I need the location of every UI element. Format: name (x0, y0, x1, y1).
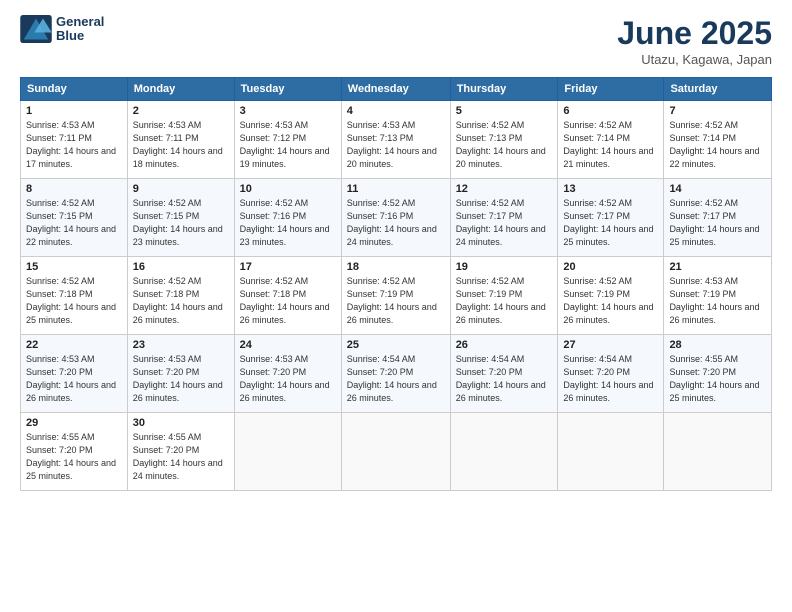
col-thursday: Thursday (450, 78, 558, 101)
table-row: 24Sunrise: 4:53 AMSunset: 7:20 PMDayligh… (234, 335, 341, 413)
table-row: 26Sunrise: 4:54 AMSunset: 7:20 PMDayligh… (450, 335, 558, 413)
table-row (341, 413, 450, 491)
table-row: 23Sunrise: 4:53 AMSunset: 7:20 PMDayligh… (127, 335, 234, 413)
table-row: 25Sunrise: 4:54 AMSunset: 7:20 PMDayligh… (341, 335, 450, 413)
table-row: 19Sunrise: 4:52 AMSunset: 7:19 PMDayligh… (450, 257, 558, 335)
table-row: 15Sunrise: 4:52 AMSunset: 7:18 PMDayligh… (21, 257, 128, 335)
table-row: 4Sunrise: 4:53 AMSunset: 7:13 PMDaylight… (341, 101, 450, 179)
col-sunday: Sunday (21, 78, 128, 101)
logo: General Blue (20, 15, 104, 44)
logo-text: General Blue (56, 15, 104, 44)
table-row: 6Sunrise: 4:52 AMSunset: 7:14 PMDaylight… (558, 101, 664, 179)
logo-line1: General (56, 15, 104, 29)
table-row: 30Sunrise: 4:55 AMSunset: 7:20 PMDayligh… (127, 413, 234, 491)
header: General Blue June 2025 Utazu, Kagawa, Ja… (20, 15, 772, 67)
table-row: 3Sunrise: 4:53 AMSunset: 7:12 PMDaylight… (234, 101, 341, 179)
subtitle: Utazu, Kagawa, Japan (617, 52, 772, 67)
table-row: 17Sunrise: 4:52 AMSunset: 7:18 PMDayligh… (234, 257, 341, 335)
title-block: June 2025 Utazu, Kagawa, Japan (617, 15, 772, 67)
col-wednesday: Wednesday (341, 78, 450, 101)
col-monday: Monday (127, 78, 234, 101)
table-row: 5Sunrise: 4:52 AMSunset: 7:13 PMDaylight… (450, 101, 558, 179)
table-row: 28Sunrise: 4:55 AMSunset: 7:20 PMDayligh… (664, 335, 772, 413)
table-row: 14Sunrise: 4:52 AMSunset: 7:17 PMDayligh… (664, 179, 772, 257)
table-row: 22Sunrise: 4:53 AMSunset: 7:20 PMDayligh… (21, 335, 128, 413)
main-title: June 2025 (617, 15, 772, 52)
table-row: 13Sunrise: 4:52 AMSunset: 7:17 PMDayligh… (558, 179, 664, 257)
table-row: 10Sunrise: 4:52 AMSunset: 7:16 PMDayligh… (234, 179, 341, 257)
calendar-table: Sunday Monday Tuesday Wednesday Thursday… (20, 77, 772, 491)
table-row: 20Sunrise: 4:52 AMSunset: 7:19 PMDayligh… (558, 257, 664, 335)
page: General Blue June 2025 Utazu, Kagawa, Ja… (0, 0, 792, 612)
table-row (234, 413, 341, 491)
table-row: 8Sunrise: 4:52 AMSunset: 7:15 PMDaylight… (21, 179, 128, 257)
calendar-header-row: Sunday Monday Tuesday Wednesday Thursday… (21, 78, 772, 101)
table-row: 21Sunrise: 4:53 AMSunset: 7:19 PMDayligh… (664, 257, 772, 335)
table-row: 9Sunrise: 4:52 AMSunset: 7:15 PMDaylight… (127, 179, 234, 257)
table-row: 12Sunrise: 4:52 AMSunset: 7:17 PMDayligh… (450, 179, 558, 257)
table-row: 11Sunrise: 4:52 AMSunset: 7:16 PMDayligh… (341, 179, 450, 257)
table-row: 2Sunrise: 4:53 AMSunset: 7:11 PMDaylight… (127, 101, 234, 179)
col-friday: Friday (558, 78, 664, 101)
logo-line2: Blue (56, 29, 104, 43)
table-row (558, 413, 664, 491)
table-row: 16Sunrise: 4:52 AMSunset: 7:18 PMDayligh… (127, 257, 234, 335)
table-row: 18Sunrise: 4:52 AMSunset: 7:19 PMDayligh… (341, 257, 450, 335)
table-row: 7Sunrise: 4:52 AMSunset: 7:14 PMDaylight… (664, 101, 772, 179)
table-row (450, 413, 558, 491)
table-row (664, 413, 772, 491)
table-row: 1Sunrise: 4:53 AMSunset: 7:11 PMDaylight… (21, 101, 128, 179)
logo-icon (20, 15, 52, 43)
col-tuesday: Tuesday (234, 78, 341, 101)
col-saturday: Saturday (664, 78, 772, 101)
table-row: 29Sunrise: 4:55 AMSunset: 7:20 PMDayligh… (21, 413, 128, 491)
table-row: 27Sunrise: 4:54 AMSunset: 7:20 PMDayligh… (558, 335, 664, 413)
